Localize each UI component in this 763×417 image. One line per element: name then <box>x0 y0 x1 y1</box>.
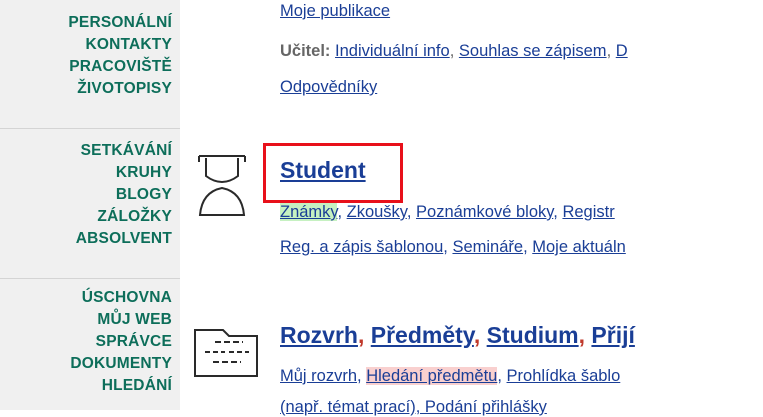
student-links-row-1: Známky, Zkoušky, Poznámkové bloky, Regis… <box>280 203 615 221</box>
link-reg-zapis-sablonou[interactable]: Reg. a zápis šablonou <box>280 238 443 256</box>
link-student[interactable]: Student <box>280 157 366 183</box>
link-odpovedniky[interactable]: Odpovědníky <box>280 78 377 96</box>
link-truncated[interactable]: D <box>616 42 628 60</box>
rozvrh-links-row-2: (např. témat prací), Podání přihlášky <box>280 398 547 417</box>
link-muj-rozvrh[interactable]: Můj rozvrh <box>280 367 357 385</box>
sidebar-divider <box>0 278 180 279</box>
link-zkousky[interactable]: Zkoušky <box>347 203 407 221</box>
sidebar-divider <box>0 128 180 129</box>
link-znamky[interactable]: Známky <box>280 203 338 221</box>
sidebar-item-setkavani[interactable]: SETKÁVÁNÍ <box>76 140 172 162</box>
link-podani-prihlasky[interactable]: (např. témat prací), Podání přihlášky <box>280 398 547 416</box>
teacher-row-3: Odpovědníky <box>280 78 377 97</box>
rozvrh-links-row-1: Můj rozvrh, Hledání předmětu, Prohlídka … <box>280 367 621 385</box>
link-individualni-info[interactable]: Individuální info <box>335 42 450 60</box>
sidebar-item-hledani[interactable]: HLEDÁNÍ <box>70 375 172 397</box>
link-moje-aktualni[interactable]: Moje aktuáln <box>532 238 626 256</box>
link-hledani-predmetu[interactable]: Hledání předmětu <box>366 367 498 385</box>
link-predmety[interactable]: Předměty <box>371 322 474 348</box>
link-studium[interactable]: Studium <box>487 322 579 348</box>
sidebar-item-spravce[interactable]: SPRÁVCE <box>70 331 172 353</box>
graduate-icon <box>196 150 248 223</box>
link-souhlas-se-zapisem[interactable]: Souhlas se zápisem <box>459 42 607 60</box>
sidebar-item-pracoviste[interactable]: PRACOVIŠTĚ <box>68 56 172 78</box>
link-registr[interactable]: Registr <box>562 203 614 221</box>
sidebar-item-kruhy[interactable]: KRUHY <box>76 162 172 184</box>
link-seminare[interactable]: Semináře <box>452 238 523 256</box>
sidebar-item-zivotopisy[interactable]: ŽIVOTOPISY <box>68 78 172 100</box>
rozvrh-title-row: Rozvrh, Předměty, Studium, Přijí <box>280 322 635 348</box>
folder-icon <box>191 318 261 385</box>
sidebar-group-social: SETKÁVÁNÍ KRUHY BLOGY ZÁLOŽKY ABSOLVENT <box>76 140 172 250</box>
student-links-row-2: Reg. a zápis šablonou, Semináře, Moje ak… <box>280 238 626 256</box>
sidebar-item-kontakty[interactable]: KONTAKTY <box>68 34 172 56</box>
sidebar-item-dokumenty[interactable]: DOKUMENTY <box>70 353 172 375</box>
sidebar-item-zalozky[interactable]: ZÁLOŽKY <box>76 206 172 228</box>
link-prohlidka-sablon[interactable]: Prohlídka šablo <box>507 367 621 385</box>
sidebar-item-blogy[interactable]: BLOGY <box>76 184 172 206</box>
sidebar: PERSONÁLNÍ KONTAKTY PRACOVIŠTĚ ŽIVOTOPIS… <box>0 0 180 410</box>
sidebar-item-absolvent[interactable]: ABSOLVENT <box>76 228 172 250</box>
link-rozvrh[interactable]: Rozvrh <box>280 322 358 348</box>
teacher-publications-row: Moje publikace <box>280 2 390 21</box>
link-prijimaci[interactable]: Přijí <box>591 322 634 348</box>
sidebar-group-personal: PERSONÁLNÍ KONTAKTY PRACOVIŠTĚ ŽIVOTOPIS… <box>68 12 172 100</box>
sidebar-group-storage: ÚSCHOVNA MŮJ WEB SPRÁVCE DOKUMENTY HLEDÁ… <box>70 287 172 397</box>
link-poznamkove-bloky[interactable]: Poznámkové bloky <box>416 203 553 221</box>
sidebar-item-personalni[interactable]: PERSONÁLNÍ <box>68 12 172 34</box>
teacher-links-row: Učitel: Individuální info, Souhlas se zá… <box>280 42 628 60</box>
student-title-row: Student <box>280 157 366 184</box>
teacher-label: Učitel: <box>280 42 331 60</box>
sidebar-item-muj-web[interactable]: MŮJ WEB <box>70 309 172 331</box>
link-moje-publikace[interactable]: Moje publikace <box>280 2 390 20</box>
sidebar-item-uschovna[interactable]: ÚSCHOVNA <box>70 287 172 309</box>
